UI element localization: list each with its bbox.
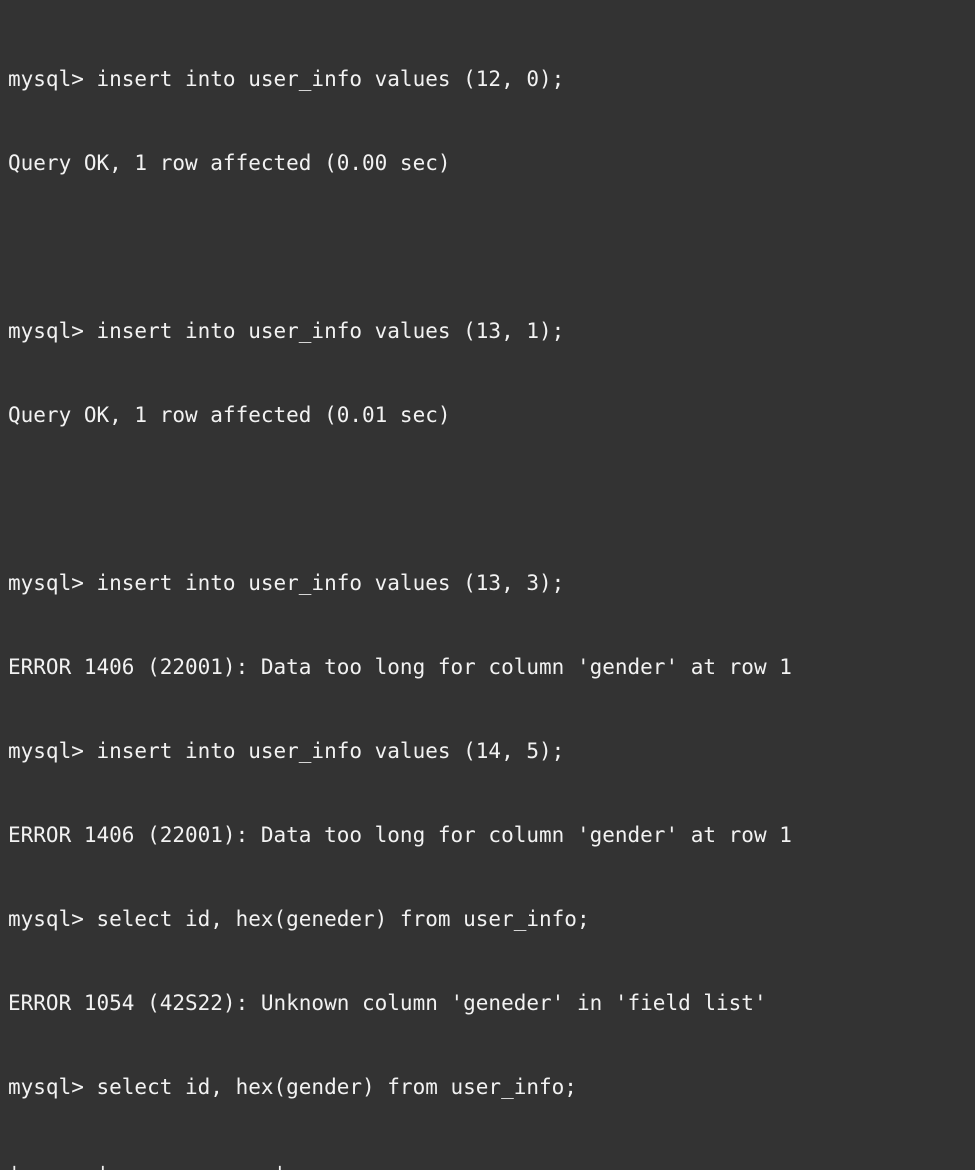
terminal-line-error: ERROR 1406 (22001): Data too long for co…	[8, 655, 792, 679]
terminal-line: mysql> insert into user_info values (13,…	[8, 319, 565, 343]
terminal-output[interactable]: mysql> insert into user_info values (12,…	[0, 0, 975, 1170]
terminal-line: mysql> insert into user_info values (12,…	[8, 67, 565, 91]
result-table-border-top: +------+-------------+	[8, 1157, 975, 1170]
terminal-line: Query OK, 1 row affected (0.00 sec)	[8, 151, 451, 175]
terminal-line: mysql> insert into user_info values (13,…	[8, 571, 565, 595]
terminal-line: Query OK, 1 row affected (0.01 sec)	[8, 403, 451, 427]
terminal-line: mysql> insert into user_info values (14,…	[8, 739, 565, 763]
terminal-line: mysql> select id, hex(geneder) from user…	[8, 907, 590, 931]
terminal-line: mysql> select id, hex(gender) from user_…	[8, 1075, 577, 1099]
terminal-line-error: ERROR 1406 (22001): Data too long for co…	[8, 823, 792, 847]
terminal-line-error: ERROR 1054 (42S22): Unknown column 'gene…	[8, 991, 767, 1015]
